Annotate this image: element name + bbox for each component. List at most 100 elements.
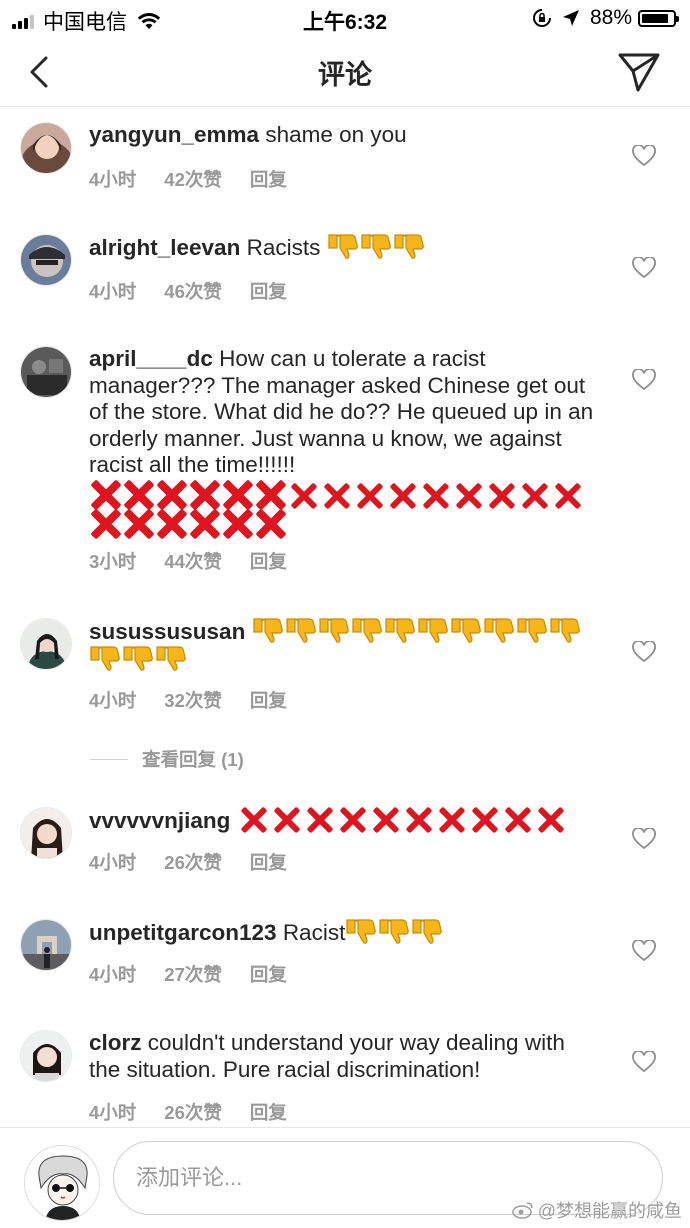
comment-username[interactable]: clorz bbox=[89, 1030, 142, 1055]
page-title: 评论 bbox=[318, 60, 372, 90]
comment-username[interactable]: unpetitgarcon123 bbox=[89, 920, 277, 945]
avatar[interactable] bbox=[20, 807, 72, 859]
cross-mark-icon bbox=[386, 483, 419, 509]
battery-icon bbox=[638, 9, 679, 27]
comment-likes[interactable]: 26次赞 bbox=[164, 1099, 222, 1125]
cross-mark-icon bbox=[254, 481, 287, 509]
thumbs-down-icon bbox=[361, 234, 391, 259]
cross-mark-icon bbox=[468, 807, 501, 833]
thumbs-down-icon bbox=[417, 618, 448, 643]
thumbs-down-icon bbox=[252, 618, 283, 643]
cross-mark-emoji-group bbox=[237, 808, 567, 833]
cross-mark-icon bbox=[402, 807, 435, 833]
comment-time: 4小时 bbox=[89, 690, 137, 711]
view-replies-label: 查看回复 (1) bbox=[142, 749, 244, 770]
cross-mark-emoji-group bbox=[89, 481, 594, 539]
view-replies-button[interactable]: 查看回复 (1) bbox=[90, 746, 244, 772]
weibo-icon bbox=[511, 1202, 533, 1219]
cross-mark-icon bbox=[287, 483, 320, 509]
status-bar: 中国电信 上午6:32 88% bbox=[0, 0, 690, 34]
comment-likes[interactable]: 46次赞 bbox=[164, 278, 222, 304]
comment-likes[interactable]: 27次赞 bbox=[164, 961, 222, 987]
cross-mark-icon bbox=[254, 510, 287, 538]
thumbs-down-icon bbox=[394, 234, 424, 259]
cross-mark-icon bbox=[155, 481, 188, 509]
cross-mark-icon bbox=[237, 807, 270, 833]
heart-icon[interactable] bbox=[632, 257, 656, 279]
reply-button[interactable]: 回复 bbox=[250, 849, 287, 875]
reply-button[interactable]: 回复 bbox=[250, 278, 287, 304]
comment-username[interactable]: alright_leevan bbox=[89, 235, 240, 260]
cross-mark-icon bbox=[435, 807, 468, 833]
reply-button[interactable]: 回复 bbox=[250, 961, 287, 987]
cross-mark-icon bbox=[89, 481, 122, 509]
thumbs-down-icon bbox=[516, 618, 547, 643]
heart-icon[interactable] bbox=[632, 145, 656, 167]
reply-button[interactable]: 回复 bbox=[250, 1099, 287, 1125]
nav-bar: 评论 bbox=[0, 34, 690, 107]
cross-mark-icon bbox=[534, 807, 567, 833]
reply-button[interactable]: 回复 bbox=[250, 548, 287, 574]
comment-text: shame on you bbox=[265, 122, 407, 147]
heart-icon[interactable] bbox=[632, 641, 656, 663]
comment-username[interactable]: yangyun_emma bbox=[89, 122, 259, 147]
comment-time: 4小时 bbox=[89, 281, 137, 302]
comment-likes[interactable]: 42次赞 bbox=[164, 166, 222, 192]
avatar[interactable] bbox=[20, 122, 72, 174]
comment-text: couldn't understand your way dealing wit… bbox=[89, 1030, 565, 1082]
thumbs-down-icon bbox=[328, 234, 358, 259]
cross-mark-icon bbox=[89, 510, 122, 538]
comment-username[interactable]: april____dc bbox=[89, 346, 213, 371]
thumbs-down-emoji-group bbox=[345, 919, 444, 945]
cross-mark-icon bbox=[369, 807, 402, 833]
avatar[interactable] bbox=[20, 618, 72, 670]
reply-button[interactable]: 回复 bbox=[250, 166, 287, 192]
comment-time: 4小时 bbox=[89, 964, 137, 985]
comment-time: 4小时 bbox=[89, 852, 137, 873]
heart-icon[interactable] bbox=[632, 828, 656, 850]
comment-likes[interactable]: 44次赞 bbox=[164, 548, 222, 574]
cross-mark-icon bbox=[221, 481, 254, 509]
avatar[interactable] bbox=[20, 919, 72, 971]
thumbs-down-icon bbox=[123, 645, 153, 671]
cross-mark-icon bbox=[155, 510, 188, 538]
heart-icon[interactable] bbox=[632, 1051, 656, 1073]
comment-username[interactable]: vvvvvvnjiang bbox=[89, 808, 230, 833]
reply-button[interactable]: 回复 bbox=[250, 687, 287, 713]
send-icon[interactable] bbox=[616, 50, 662, 94]
cross-mark-icon bbox=[518, 483, 551, 509]
thumbs-down-icon bbox=[346, 919, 377, 944]
cross-mark-icon bbox=[122, 510, 155, 538]
battery-percent: 88% bbox=[589, 6, 632, 29]
cross-mark-icon bbox=[188, 510, 221, 538]
comment-time: 4小时 bbox=[89, 1102, 137, 1123]
thumbs-down-icon bbox=[412, 919, 443, 944]
avatar[interactable] bbox=[20, 1030, 72, 1082]
my-avatar bbox=[24, 1145, 100, 1221]
avatar[interactable] bbox=[20, 346, 72, 398]
cross-mark-icon bbox=[551, 483, 584, 509]
thumbs-down-icon bbox=[351, 618, 382, 643]
thumbs-down-icon bbox=[285, 618, 316, 643]
comment-time: 4小时 bbox=[89, 169, 137, 190]
location-icon bbox=[562, 10, 579, 26]
avatar[interactable] bbox=[20, 234, 72, 286]
comment-likes[interactable]: 26次赞 bbox=[164, 849, 222, 875]
cross-mark-icon bbox=[303, 807, 336, 833]
watermark-text: @梦想能赢的咸鱼 bbox=[537, 1201, 682, 1221]
watermark: @梦想能赢的咸鱼 bbox=[511, 1197, 682, 1223]
cross-mark-icon bbox=[188, 481, 221, 509]
thumbs-down-emoji-group bbox=[327, 234, 426, 260]
cross-mark-icon bbox=[122, 481, 155, 509]
comment-text: Racists bbox=[246, 235, 321, 260]
cross-mark-icon bbox=[270, 807, 303, 833]
thumbs-down-icon bbox=[549, 618, 580, 643]
divider bbox=[90, 758, 128, 760]
thumbs-down-icon bbox=[379, 919, 410, 944]
cross-mark-icon bbox=[221, 510, 254, 538]
heart-icon[interactable] bbox=[632, 369, 656, 391]
cross-mark-icon bbox=[485, 483, 518, 509]
comment-username[interactable]: susussususan bbox=[89, 619, 245, 644]
comment-likes[interactable]: 32次赞 bbox=[164, 687, 222, 713]
heart-icon[interactable] bbox=[632, 940, 656, 962]
